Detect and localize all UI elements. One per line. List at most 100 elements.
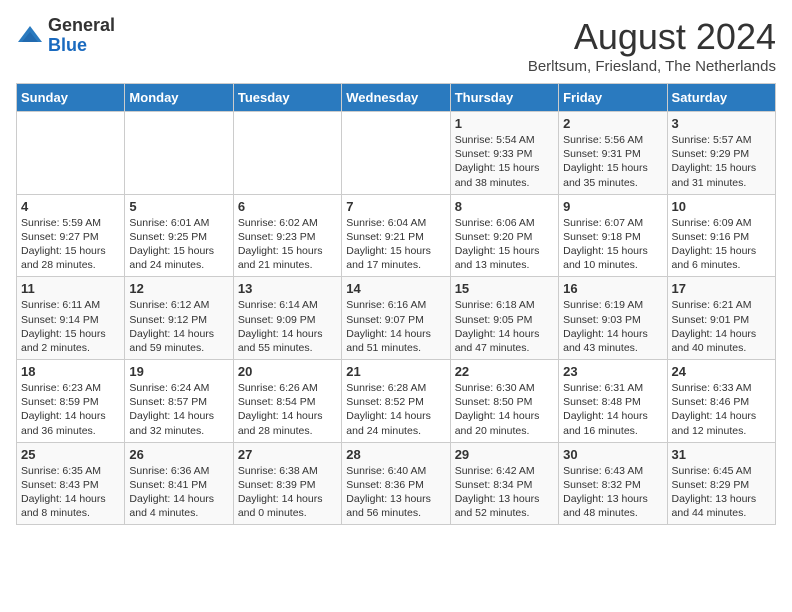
day-number: 21: [346, 364, 445, 379]
day-info: Sunrise: 6:07 AM Sunset: 9:18 PM Dayligh…: [563, 216, 662, 273]
day-info: Sunrise: 6:31 AM Sunset: 8:48 PM Dayligh…: [563, 381, 662, 438]
calendar-cell: 31 Sunrise: 6:45 AM Sunset: 8:29 PM Dayli…: [667, 442, 775, 525]
day-number: 1: [455, 116, 554, 131]
day-info: Sunrise: 6:06 AM Sunset: 9:20 PM Dayligh…: [455, 216, 554, 273]
day-of-week-header: Saturday: [667, 84, 775, 112]
calendar-cell: 5 Sunrise: 6:01 AM Sunset: 9:25 PM Daylig…: [125, 194, 233, 277]
day-of-week-header: Tuesday: [233, 84, 341, 112]
calendar-cell: 6Sunrise: 6:02 AM Sunset: 9:23 PM Daylig…: [233, 194, 341, 277]
calendar-week-row: 25 Sunrise: 6:35 AM Sunset: 8:43 PM Dayli…: [17, 442, 776, 525]
day-number: 3: [672, 116, 771, 131]
calendar-cell: 9Sunrise: 6:07 AM Sunset: 9:18 PM Daylig…: [559, 194, 667, 277]
calendar-cell: 19 Sunrise: 6:24 AM Sunset: 8:57 PM Dayli…: [125, 360, 233, 443]
calendar-cell: [125, 112, 233, 195]
calendar-cell: 13 Sunrise: 6:14 AM Sunset: 9:09 PM Dayli…: [233, 277, 341, 360]
day-number: 15: [455, 281, 554, 296]
day-info: Sunrise: 6:21 AM Sunset: 9:01 PM Dayligh…: [672, 298, 771, 355]
calendar-cell: 4 Sunrise: 5:59 AM Sunset: 9:27 PM Daylig…: [17, 194, 125, 277]
calendar-cell: 8Sunrise: 6:06 AM Sunset: 9:20 PM Daylig…: [450, 194, 558, 277]
day-number: 27: [238, 447, 337, 462]
day-number: 29: [455, 447, 554, 462]
calendar-cell: 29 Sunrise: 6:42 AM Sunset: 8:34 PM Dayli…: [450, 442, 558, 525]
calendar-cell: 20 Sunrise: 6:26 AM Sunset: 8:54 PM Dayli…: [233, 360, 341, 443]
day-number: 19: [129, 364, 228, 379]
day-info: Sunrise: 5:59 AM Sunset: 9:27 PM Dayligh…: [21, 216, 120, 273]
day-info: Sunrise: 6:38 AM Sunset: 8:39 PM Dayligh…: [238, 464, 337, 521]
day-number: 20: [238, 364, 337, 379]
day-info: Sunrise: 6:18 AM Sunset: 9:05 PM Dayligh…: [455, 298, 554, 355]
day-number: 31: [672, 447, 771, 462]
day-info: Sunrise: 6:24 AM Sunset: 8:57 PM Dayligh…: [129, 381, 228, 438]
day-number: 13: [238, 281, 337, 296]
day-number: 2: [563, 116, 662, 131]
calendar-cell: 2 Sunrise: 5:56 AM Sunset: 9:31 PM Daylig…: [559, 112, 667, 195]
day-number: 23: [563, 364, 662, 379]
calendar-header: SundayMondayTuesdayWednesdayThursdayFrid…: [17, 84, 776, 112]
day-info: Sunrise: 6:42 AM Sunset: 8:34 PM Dayligh…: [455, 464, 554, 521]
day-info: Sunrise: 6:35 AM Sunset: 8:43 PM Dayligh…: [21, 464, 120, 521]
day-of-week-header: Thursday: [450, 84, 558, 112]
day-info: Sunrise: 6:19 AM Sunset: 9:03 PM Dayligh…: [563, 298, 662, 355]
day-info: Sunrise: 6:45 AM Sunset: 8:29 PM Dayligh…: [672, 464, 771, 521]
calendar-body: 1 Sunrise: 5:54 AM Sunset: 9:33 PM Daylig…: [17, 112, 776, 525]
page-header: General Blue August 2024 Berltsum, Fries…: [16, 16, 776, 75]
day-info: Sunrise: 6:04 AM Sunset: 9:21 PM Dayligh…: [346, 216, 445, 273]
day-info: Sunrise: 6:23 AM Sunset: 8:59 PM Dayligh…: [21, 381, 120, 438]
calendar-cell: 16 Sunrise: 6:19 AM Sunset: 9:03 PM Dayli…: [559, 277, 667, 360]
calendar-cell: 15 Sunrise: 6:18 AM Sunset: 9:05 PM Dayli…: [450, 277, 558, 360]
days-of-week-row: SundayMondayTuesdayWednesdayThursdayFrid…: [17, 84, 776, 112]
logo-blue-text: Blue: [48, 36, 115, 56]
day-number: 25: [21, 447, 120, 462]
calendar-cell: [17, 112, 125, 195]
day-number: 26: [129, 447, 228, 462]
calendar-week-row: 18 Sunrise: 6:23 AM Sunset: 8:59 PM Dayli…: [17, 360, 776, 443]
day-info: Sunrise: 6:43 AM Sunset: 8:32 PM Dayligh…: [563, 464, 662, 521]
day-info: Sunrise: 6:11 AM Sunset: 9:14 PM Dayligh…: [21, 298, 120, 355]
day-info: Sunrise: 6:36 AM Sunset: 8:41 PM Dayligh…: [129, 464, 228, 521]
day-info: Sunrise: 6:09 AM Sunset: 9:16 PM Dayligh…: [672, 216, 771, 273]
day-number: 18: [21, 364, 120, 379]
day-number: 4: [21, 199, 120, 214]
calendar-table: SundayMondayTuesdayWednesdayThursdayFrid…: [16, 83, 776, 525]
day-number: 17: [672, 281, 771, 296]
calendar-cell: 28Sunrise: 6:40 AM Sunset: 8:36 PM Dayli…: [342, 442, 450, 525]
day-info: Sunrise: 5:56 AM Sunset: 9:31 PM Dayligh…: [563, 133, 662, 190]
calendar-cell: 24 Sunrise: 6:33 AM Sunset: 8:46 PM Dayli…: [667, 360, 775, 443]
day-number: 16: [563, 281, 662, 296]
calendar-cell: 30Sunrise: 6:43 AM Sunset: 8:32 PM Dayli…: [559, 442, 667, 525]
day-info: Sunrise: 6:12 AM Sunset: 9:12 PM Dayligh…: [129, 298, 228, 355]
day-of-week-header: Friday: [559, 84, 667, 112]
calendar-cell: 18 Sunrise: 6:23 AM Sunset: 8:59 PM Dayli…: [17, 360, 125, 443]
day-of-week-header: Monday: [125, 84, 233, 112]
calendar-cell: 25 Sunrise: 6:35 AM Sunset: 8:43 PM Dayli…: [17, 442, 125, 525]
day-info: Sunrise: 6:40 AM Sunset: 8:36 PM Dayligh…: [346, 464, 445, 521]
calendar-week-row: 1 Sunrise: 5:54 AM Sunset: 9:33 PM Daylig…: [17, 112, 776, 195]
day-number: 11: [21, 281, 120, 296]
logo: General Blue: [16, 16, 115, 56]
day-number: 6: [238, 199, 337, 214]
day-info: Sunrise: 6:33 AM Sunset: 8:46 PM Dayligh…: [672, 381, 771, 438]
day-of-week-header: Sunday: [17, 84, 125, 112]
calendar-cell: 21 Sunrise: 6:28 AM Sunset: 8:52 PM Dayli…: [342, 360, 450, 443]
location-subtitle: Berltsum, Friesland, The Netherlands: [528, 58, 776, 75]
title-block: August 2024 Berltsum, Friesland, The Net…: [528, 16, 776, 75]
logo-general-text: General: [48, 16, 115, 36]
day-info: Sunrise: 6:01 AM Sunset: 9:25 PM Dayligh…: [129, 216, 228, 273]
day-info: Sunrise: 5:54 AM Sunset: 9:33 PM Dayligh…: [455, 133, 554, 190]
logo-icon: [16, 22, 44, 50]
calendar-cell: 22 Sunrise: 6:30 AM Sunset: 8:50 PM Dayli…: [450, 360, 558, 443]
day-info: Sunrise: 6:26 AM Sunset: 8:54 PM Dayligh…: [238, 381, 337, 438]
day-number: 24: [672, 364, 771, 379]
day-info: Sunrise: 6:30 AM Sunset: 8:50 PM Dayligh…: [455, 381, 554, 438]
calendar-cell: 14 Sunrise: 6:16 AM Sunset: 9:07 PM Dayli…: [342, 277, 450, 360]
day-info: Sunrise: 6:14 AM Sunset: 9:09 PM Dayligh…: [238, 298, 337, 355]
day-number: 22: [455, 364, 554, 379]
calendar-cell: 11 Sunrise: 6:11 AM Sunset: 9:14 PM Dayli…: [17, 277, 125, 360]
day-info: Sunrise: 6:16 AM Sunset: 9:07 PM Dayligh…: [346, 298, 445, 355]
day-number: 5: [129, 199, 228, 214]
day-number: 14: [346, 281, 445, 296]
calendar-cell: 7Sunrise: 6:04 AM Sunset: 9:21 PM Daylig…: [342, 194, 450, 277]
day-info: Sunrise: 6:28 AM Sunset: 8:52 PM Dayligh…: [346, 381, 445, 438]
calendar-week-row: 11 Sunrise: 6:11 AM Sunset: 9:14 PM Dayli…: [17, 277, 776, 360]
calendar-cell: 1 Sunrise: 5:54 AM Sunset: 9:33 PM Daylig…: [450, 112, 558, 195]
